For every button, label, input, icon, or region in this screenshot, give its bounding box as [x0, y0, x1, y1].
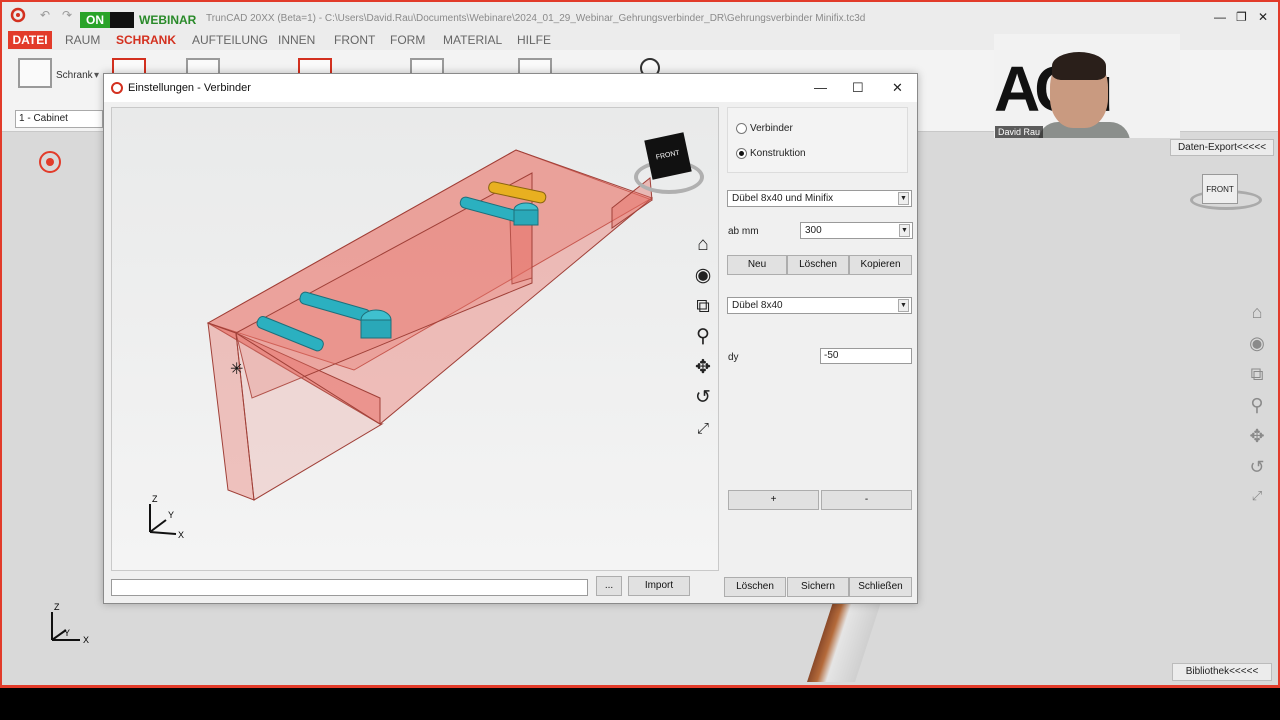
menu-material[interactable]: MATERIAL	[443, 33, 502, 47]
cabinet-3d-model: ✳	[206, 149, 653, 501]
menu-form[interactable]: FORM	[390, 33, 425, 47]
loeschen-button[interactable]: Löschen	[724, 577, 786, 597]
chevron-down-icon[interactable]: ▾	[94, 70, 99, 81]
part-select[interactable]: Dübel 8x40 ▼	[727, 297, 912, 314]
chevron-down-icon[interactable]: ▼	[898, 299, 909, 312]
zoom-window-icon[interactable]: ⧉	[1245, 364, 1269, 385]
axis-z-label: Z	[54, 602, 60, 612]
settings-dialog: Einstellungen - Verbinder — ☐ ✕ ✳ FRONT …	[103, 73, 918, 604]
cabinet-select[interactable]: 1 - Cabinet	[15, 110, 103, 128]
chevron-down-icon[interactable]: ▼	[898, 192, 909, 205]
radio-verbinder[interactable]	[736, 123, 747, 134]
vp-fit-all-icon[interactable]: ⤢	[690, 417, 716, 441]
sichern-button[interactable]: Sichern	[787, 577, 849, 597]
dialog-minimize-icon[interactable]: —	[814, 80, 827, 95]
axis-y-label: Y	[64, 628, 70, 638]
menu-aufteilung[interactable]: AUFTEILUNG	[192, 33, 268, 47]
menu-front[interactable]: FRONT	[334, 33, 375, 47]
viewport-view-cube[interactable]: FRONT	[644, 132, 692, 180]
zoom-icon[interactable]: ⚲	[1245, 395, 1269, 416]
redo-icon[interactable]: ↷	[62, 8, 72, 22]
webinar-label: WEBINAR	[139, 13, 197, 27]
dialog-logo-icon	[111, 82, 123, 94]
dialog-close-icon[interactable]: ✕	[892, 80, 903, 96]
ab-mm-value: 300	[805, 225, 822, 236]
vp-axis-z-label: Z	[152, 494, 158, 504]
import-path-input[interactable]	[111, 579, 588, 596]
schrank-label[interactable]: Schrank	[56, 70, 93, 81]
undo-icon[interactable]: ↶	[40, 8, 50, 22]
schrank-icon[interactable]	[18, 58, 52, 88]
on-toggle-track[interactable]	[110, 12, 134, 28]
vp-axis-x-label: X	[178, 530, 184, 540]
home-icon[interactable]: ⌂	[1245, 302, 1269, 323]
bibliothek-button[interactable]: Bibliothek<<<<<	[1172, 663, 1272, 681]
menu-raum[interactable]: RAUM	[65, 33, 100, 47]
dy-input[interactable]: -50	[820, 348, 912, 364]
rotate-icon[interactable]: ↺	[1245, 457, 1269, 478]
ab-mm-select[interactable]: 300 ▼	[800, 222, 913, 239]
model-wood-strip	[807, 602, 881, 682]
window-title: TrunCAD 20XX (Beta=1) - C:\Users\David.R…	[206, 13, 866, 24]
dialog-maximize-icon[interactable]: ☐	[852, 80, 864, 96]
svg-text:✳: ✳	[230, 361, 243, 378]
connector-select[interactable]: Dübel 8x40 und Minifix ▼	[727, 190, 912, 207]
minimize-icon[interactable]: —	[1214, 10, 1226, 24]
radio-konstruktion[interactable]	[736, 148, 747, 159]
webcam-overlay: ACu David Rau	[994, 34, 1180, 138]
neu-button[interactable]: Neu	[727, 255, 787, 275]
restore-icon[interactable]: ❐	[1236, 10, 1247, 24]
webcam-person-hair	[1052, 52, 1106, 80]
webcam-name: David Rau	[995, 126, 1044, 138]
screen-border-bottom	[0, 688, 1280, 720]
loeschen-variant-button[interactable]: Löschen	[787, 255, 849, 275]
chevron-down-icon[interactable]: ▼	[899, 224, 910, 237]
add-button[interactable]: +	[728, 490, 819, 510]
app-window: ↶ ↷ ON WEBINAR TrunCAD 20XX (Beta=1) - C…	[0, 0, 1280, 688]
truncad-logo-icon	[10, 7, 26, 23]
axis-gizmo-icon: Z Y X	[51, 602, 89, 645]
axis-x-label: X	[83, 635, 89, 645]
menu-innen[interactable]: INNEN	[278, 33, 315, 47]
menu-hilfe[interactable]: HILFE	[517, 33, 551, 47]
view-cube[interactable]: FRONT	[1202, 174, 1238, 204]
vp-axis-gizmo-icon: Z Y X	[149, 494, 184, 540]
vp-zoom-window-icon[interactable]: ⧉	[690, 295, 716, 319]
radio-verbinder-label[interactable]: Verbinder	[750, 123, 793, 134]
vp-axis-y-label: Y	[168, 510, 174, 520]
fit-all-icon[interactable]: ⤢	[1245, 488, 1269, 504]
radio-konstruktion-label[interactable]: Konstruktion	[750, 148, 806, 159]
close-icon[interactable]: ✕	[1258, 10, 1268, 24]
eye-icon[interactable]	[39, 151, 61, 173]
menu-datei[interactable]: DATEI	[8, 31, 52, 49]
menu-schrank[interactable]: SCHRANK	[116, 33, 176, 47]
vp-pan-icon[interactable]: ✥	[690, 356, 716, 380]
daten-export-button[interactable]: Daten-Export<<<<<	[1170, 139, 1274, 156]
eye-view-icon[interactable]: ◉	[1245, 333, 1269, 354]
vp-eye-icon[interactable]: ◉	[690, 264, 716, 288]
part-select-value: Dübel 8x40	[732, 300, 783, 311]
import-button[interactable]: Import	[628, 576, 690, 596]
vp-rotate-icon[interactable]: ↺	[690, 386, 716, 410]
vp-home-icon[interactable]: ⌂	[690, 233, 716, 257]
pan-icon[interactable]: ✥	[1245, 426, 1269, 447]
browse-button[interactable]: ...	[596, 576, 622, 596]
ab-mm-label: ab mm	[728, 226, 759, 237]
dialog-title-bar: Einstellungen - Verbinder — ☐ ✕	[104, 74, 917, 102]
kopieren-button[interactable]: Kopieren	[849, 255, 912, 275]
title-bar: ↶ ↷ ON WEBINAR TrunCAD 20XX (Beta=1) - C…	[2, 2, 1278, 28]
vp-zoom-icon[interactable]: ⚲	[690, 325, 716, 349]
on-toggle[interactable]: ON	[80, 12, 110, 28]
mode-radio-group: Verbinder Konstruktion	[727, 107, 908, 173]
schliessen-button[interactable]: Schließen	[849, 577, 912, 597]
connector-select-value: Dübel 8x40 und Minifix	[732, 193, 834, 204]
preview-viewport[interactable]: ✳ FRONT ⌂ ◉ ⧉ ⚲ ✥ ↺ ⤢ Z Y X	[111, 107, 719, 571]
remove-button[interactable]: -	[821, 490, 912, 510]
dialog-title: Einstellungen - Verbinder	[128, 82, 251, 94]
dy-label: dy	[728, 352, 739, 363]
